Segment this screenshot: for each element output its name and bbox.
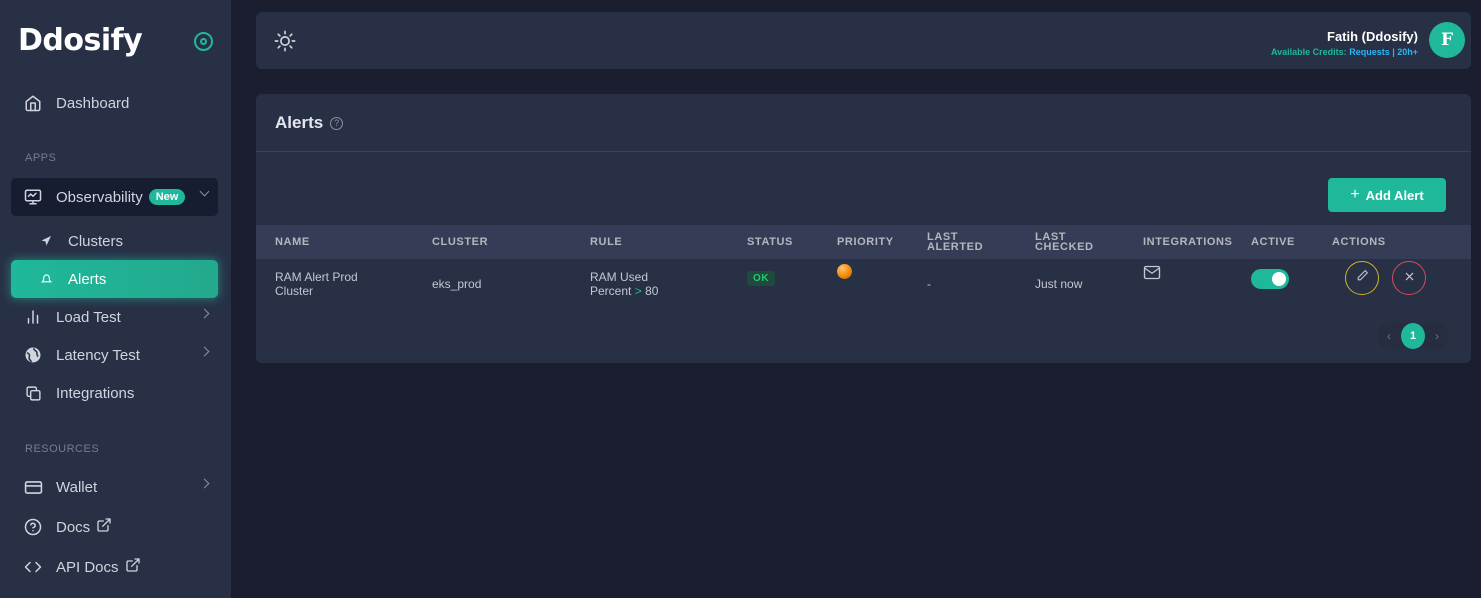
external-link-icon — [96, 517, 112, 537]
user-name[interactable]: Fatih (Ddosify) — [1327, 29, 1418, 44]
chevron-right-icon — [199, 346, 210, 357]
navigation-icon — [39, 234, 53, 248]
mail-icon[interactable] — [1143, 265, 1161, 283]
page-number-current[interactable]: 1 — [1401, 323, 1425, 349]
sidebar: Ddosify Dashboard APPS Observability New… — [0, 0, 231, 598]
edit-alert-button[interactable] — [1345, 261, 1379, 295]
col-last-checked-line2: CHECKED — [1035, 241, 1094, 253]
sidebar-item-label: Wallet — [56, 478, 98, 496]
alert-name: RAM Alert Prod Cluster — [275, 270, 358, 298]
brand-name: Ddosify — [18, 22, 143, 58]
globe-icon — [23, 345, 43, 365]
priority-indicator — [837, 264, 852, 279]
divider — [256, 151, 1471, 152]
bell-icon — [39, 272, 53, 286]
table-header: NAME CLUSTER RULE STATUS PRIORITY LAST A… — [256, 225, 1471, 259]
rule-metric: Percent — [590, 284, 632, 298]
sidebar-item-label: Load Test — [56, 308, 121, 326]
col-rule: RULE — [590, 236, 623, 248]
col-integrations: INTEGRATIONS — [1143, 236, 1233, 248]
col-actions: ACTIONS — [1332, 236, 1386, 248]
col-last-checked: LAST CHECKED — [1035, 232, 1094, 253]
monitor-icon — [23, 187, 43, 207]
add-alert-button[interactable]: + Add Alert — [1328, 178, 1446, 212]
rule-threshold: 80 — [645, 284, 659, 298]
sidebar-item-load-test[interactable]: Load Test — [11, 298, 218, 336]
next-page-button[interactable]: › — [1425, 323, 1449, 349]
sidebar-item-integrations[interactable]: Integrations — [11, 374, 218, 412]
home-icon — [23, 93, 43, 113]
page-title-text: Alerts — [275, 113, 324, 132]
chevron-right-icon — [199, 308, 210, 319]
alert-name-line2: Cluster — [275, 284, 314, 298]
add-alert-label: Add Alert — [1365, 187, 1424, 203]
chevron-down-icon — [199, 186, 210, 197]
sidebar-item-label: Observability — [56, 188, 143, 206]
copy-icon — [23, 383, 43, 403]
sidebar-toggle-icon[interactable] — [194, 32, 213, 51]
alert-rule-line2: Percent > 80 — [590, 284, 658, 298]
chevron-right-icon — [199, 478, 210, 489]
sidebar-item-label: Dashboard — [56, 94, 130, 112]
last-checked: Just now — [1035, 277, 1083, 291]
sidebar-item-clusters[interactable]: Clusters — [11, 222, 218, 260]
section-label-apps: APPS — [25, 152, 57, 164]
sun-icon[interactable] — [274, 30, 296, 57]
prev-page-button[interactable]: ‹ — [1377, 323, 1401, 349]
sidebar-item-latency-test[interactable]: Latency Test — [11, 336, 218, 374]
sidebar-item-label: Clusters — [68, 232, 124, 250]
active-toggle[interactable] — [1251, 269, 1289, 289]
alert-rule-line1: RAM Used — [590, 270, 649, 284]
new-badge: New — [148, 189, 186, 205]
top-header: Fatih (Ddosify) Available Credits: Reque… — [256, 12, 1471, 69]
sidebar-item-label: API Docs — [56, 558, 119, 576]
col-priority: PRIORITY — [837, 236, 894, 248]
pencil-icon — [1356, 269, 1369, 287]
sidebar-item-dashboard[interactable]: Dashboard — [11, 84, 218, 122]
sidebar-item-alerts[interactable]: Alerts — [11, 260, 218, 298]
available-credits: Available Credits: Requests | 20h+ — [1271, 47, 1418, 57]
col-cluster: CLUSTER — [432, 236, 489, 248]
external-link-icon — [125, 557, 141, 577]
sidebar-item-label: Alerts — [68, 270, 107, 288]
alert-name-line1: RAM Alert Prod — [275, 270, 358, 284]
rule-operator: > — [634, 284, 642, 298]
credits-label: Available Credits: — [1270, 47, 1347, 57]
code-icon — [23, 557, 43, 577]
alert-rule: RAM Used Percent > 80 — [590, 270, 658, 298]
col-active: ACTIVE — [1251, 236, 1295, 248]
credits-value: Requests | 20h+ — [1349, 47, 1418, 57]
col-last-alerted: LAST ALERTED — [927, 232, 984, 253]
alert-cluster: eks_prod — [432, 277, 482, 291]
sidebar-item-wallet[interactable]: Wallet — [11, 468, 218, 506]
table-row[interactable]: RAM Alert Prod Cluster eks_prod RAM Used… — [256, 259, 1471, 309]
page-title: Alerts ? — [275, 113, 344, 133]
brand-logo[interactable]: Ddosify — [18, 20, 143, 60]
sidebar-item-observability[interactable]: Observability New — [11, 178, 218, 216]
sidebar-item-label: Integrations — [56, 384, 135, 402]
pagination: ‹ 1 › — [1377, 323, 1449, 349]
col-status: STATUS — [747, 236, 793, 248]
col-last-alerted-line2: ALERTED — [927, 241, 984, 253]
sidebar-item-label: Docs — [56, 518, 91, 536]
help-icon[interactable]: ? — [330, 116, 344, 130]
alerts-card: Alerts ? + Add Alert NAME CLUSTER RULE S… — [256, 94, 1471, 363]
close-icon — [1404, 269, 1415, 287]
sidebar-item-docs[interactable]: Docs — [11, 508, 218, 546]
credit-card-icon — [23, 477, 43, 497]
plus-icon: + — [1350, 186, 1360, 203]
section-label-resources: RESOURCES — [25, 443, 100, 455]
delete-alert-button[interactable] — [1392, 261, 1426, 295]
last-alerted: - — [927, 277, 931, 291]
sidebar-item-label: Latency Test — [56, 346, 140, 364]
help-circle-icon — [23, 517, 43, 537]
status-badge: OK — [747, 271, 775, 286]
bar-chart-icon — [23, 307, 43, 327]
avatar[interactable]: F — [1429, 22, 1465, 58]
col-name: NAME — [275, 236, 310, 248]
sidebar-item-api-docs[interactable]: API Docs — [11, 548, 218, 586]
